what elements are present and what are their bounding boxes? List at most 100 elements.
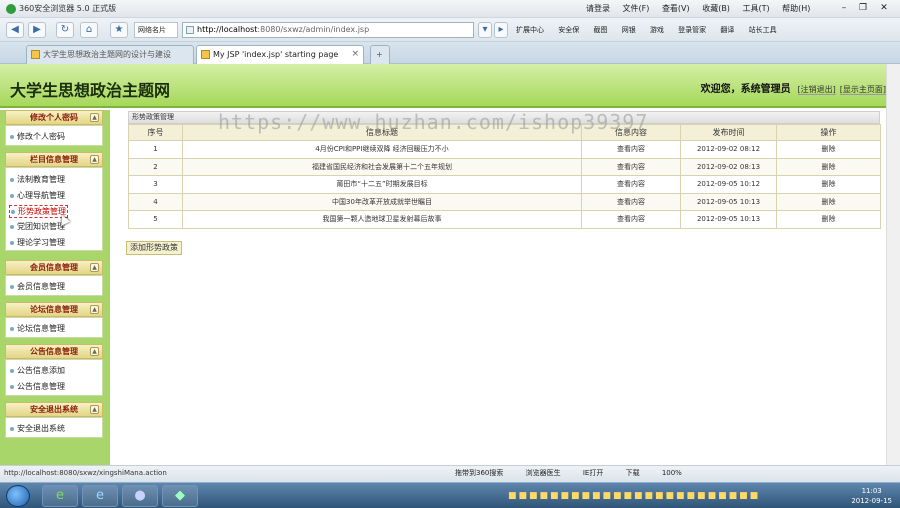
tab-site-design[interactable]: 大学生思想政治主题网的设计与建设: [26, 45, 194, 64]
app-taskbar-icon[interactable]: ◆: [162, 485, 198, 507]
menu-help[interactable]: 帮助(H): [782, 4, 810, 13]
toolbar-games[interactable]: 游戏: [650, 26, 664, 34]
menu-party-knowledge[interactable]: 党团知识管理: [10, 221, 65, 232]
back-icon[interactable]: ◀: [6, 22, 24, 38]
collapse-icon[interactable]: ▲: [90, 405, 99, 414]
ie-taskbar-icon[interactable]: e: [82, 485, 118, 507]
add-policy-button[interactable]: 添加形势政策: [126, 241, 182, 255]
toolbar-banking[interactable]: 网银: [622, 26, 636, 34]
status-url: http://localhost:8080/sxwz/xingshiMana.a…: [4, 469, 167, 477]
start-button[interactable]: [6, 485, 30, 507]
favorite-star-icon[interactable]: ★: [110, 22, 128, 38]
delete-link[interactable]: 删除: [776, 175, 881, 194]
menu-tools[interactable]: 工具(T): [742, 4, 769, 13]
delete-link[interactable]: 删除: [776, 192, 881, 211]
menu-safe-logout[interactable]: 安全退出系统: [10, 423, 65, 434]
collapse-icon[interactable]: ▲: [90, 113, 99, 122]
browser-titlebar: 360安全浏览器 5.0 正式版 请登录 文件(F) 查看(V) 收藏(B) 工…: [0, 0, 900, 18]
watermark: https://www.huzhan.com/ishop39397: [218, 110, 649, 134]
menu-forum[interactable]: 论坛信息管理: [10, 323, 65, 334]
vertical-scrollbar[interactable]: [886, 64, 900, 465]
app-title-text: 360安全浏览器 5.0 正式版: [19, 4, 117, 13]
cell-time: 2012-09-05 10:13: [680, 210, 777, 229]
toolbar-screenshot[interactable]: 截图: [593, 26, 607, 34]
clock[interactable]: 11:03 2012-09-15: [851, 486, 892, 506]
view-content-link[interactable]: 查看内容: [581, 157, 681, 176]
collapse-icon[interactable]: ▲: [90, 155, 99, 164]
table-row: 5 我国第一颗人造地球卫星发射幕后故事 查看内容 2012-09-05 10:1…: [128, 210, 881, 229]
status-bar: http://localhost:8080/sxwz/xingshiMana.a…: [0, 465, 900, 482]
toolbar-login-manager[interactable]: 登录管家: [678, 26, 706, 34]
menu-legal-education[interactable]: 法制教育管理: [10, 174, 65, 185]
menu-members[interactable]: 会员信息管理: [10, 281, 65, 292]
tab-label: My JSP 'index.jsp' starting page: [213, 50, 339, 59]
close-window-icon[interactable]: ✕: [876, 2, 892, 14]
menu-add-notice[interactable]: 公告信息添加: [10, 365, 65, 376]
status-doctor[interactable]: 浏览器医生: [526, 469, 561, 477]
toolbar-extensions[interactable]: 扩展中心: [516, 26, 544, 34]
forward-icon[interactable]: ▶: [28, 22, 46, 38]
group-title: 栏目信息管理: [30, 155, 78, 164]
toolbar-webmaster[interactable]: 站长工具: [749, 26, 777, 34]
collapse-icon[interactable]: ▲: [90, 263, 99, 272]
eclipse-taskbar-icon[interactable]: ●: [122, 485, 158, 507]
group-logout[interactable]: 安全退出系统 ▲: [5, 402, 103, 417]
logout-link[interactable]: [注销退出]: [797, 85, 836, 95]
close-tab-icon[interactable]: ×: [351, 46, 359, 63]
group-forum-body: 论坛信息管理: [5, 317, 103, 338]
dropdown-icon[interactable]: ▾: [478, 22, 492, 38]
collapse-icon[interactable]: ▲: [90, 305, 99, 314]
browser-toolbar: 扩展中心 安全保 截图 网银 游戏 登录管家 翻译 站长工具: [516, 25, 789, 35]
status-items: 拖带到360搜索 浏览器医生 IE打开 下载 100%: [455, 466, 702, 481]
group-password[interactable]: 修改个人密码 ▲: [5, 110, 103, 125]
home-page-link[interactable]: [显示主页面]: [839, 85, 886, 95]
tab-label: 大学生思想政治主题网的设计与建设: [43, 50, 171, 59]
toolbar-security[interactable]: 安全保: [558, 26, 579, 34]
address-path: :8080/sxwz/admin/index.jsp: [257, 25, 370, 34]
status-zoom[interactable]: 100%: [662, 469, 682, 477]
status-download[interactable]: 下载: [626, 469, 640, 477]
login-link[interactable]: 请登录: [586, 4, 610, 13]
maximize-icon[interactable]: ❐: [855, 2, 871, 14]
group-column-info[interactable]: 栏目信息管理 ▲: [5, 152, 103, 167]
go-icon[interactable]: ▸: [494, 22, 508, 38]
taskbar: e e ● ◆ ■■■■■■■■■■■■■■■■■■■■■■■■ 11:03 20…: [0, 482, 900, 508]
group-notices[interactable]: 公告信息管理 ▲: [5, 344, 103, 359]
menu-change-password[interactable]: 修改个人密码: [10, 131, 65, 142]
table-row: 4 中国30年改革开放成就举世瞩目 查看内容 2012-09-05 10:13 …: [128, 192, 881, 211]
minimize-icon[interactable]: –: [836, 2, 852, 14]
toolbar-translate[interactable]: 翻译: [720, 26, 734, 34]
menu-theory-study[interactable]: 理论学习管理: [10, 237, 65, 248]
status-ie-open[interactable]: IE打开: [583, 469, 604, 477]
group-members[interactable]: 会员信息管理 ▲: [5, 260, 103, 275]
delete-link[interactable]: 删除: [776, 157, 881, 176]
collapse-icon[interactable]: ▲: [90, 347, 99, 356]
menu-file[interactable]: 文件(F): [623, 4, 650, 13]
view-content-link[interactable]: 查看内容: [581, 175, 681, 194]
menu-view[interactable]: 查看(V): [662, 4, 690, 13]
group-members-body: 会员信息管理: [5, 275, 103, 296]
favorites-select[interactable]: 网络名片: [134, 22, 178, 38]
view-content-link[interactable]: 查看内容: [581, 140, 681, 159]
cell-no: 4: [128, 192, 183, 211]
view-content-link[interactable]: 查看内容: [581, 192, 681, 211]
menu-favorites[interactable]: 收藏(B): [702, 4, 730, 13]
360-browser-taskbar-icon[interactable]: e: [42, 485, 78, 507]
delete-link[interactable]: 删除: [776, 210, 881, 229]
system-tray-icons[interactable]: ■■■■■■■■■■■■■■■■■■■■■■■■: [508, 491, 760, 501]
delete-link[interactable]: 删除: [776, 140, 881, 159]
view-content-link[interactable]: 查看内容: [581, 210, 681, 229]
address-bar[interactable]: http://localhost:8080/sxwz/admin/index.j…: [182, 22, 474, 38]
tab-index-jsp[interactable]: My JSP 'index.jsp' starting page ×: [196, 45, 364, 64]
refresh-icon[interactable]: ↻: [56, 22, 74, 38]
status-search[interactable]: 拖带到360搜索: [455, 469, 503, 477]
group-forum[interactable]: 论坛信息管理 ▲: [5, 302, 103, 317]
cell-no: 1: [128, 140, 183, 159]
page-icon: [186, 26, 194, 34]
menu-psychology[interactable]: 心理导航管理: [10, 190, 65, 201]
new-tab-button[interactable]: +: [370, 45, 390, 64]
cell-title: 莆田市“十二五”时期发展目标: [182, 175, 582, 194]
col-operation: 操作: [776, 124, 881, 141]
menu-manage-notices[interactable]: 公告信息管理: [10, 381, 65, 392]
home-icon[interactable]: ⌂: [80, 22, 98, 38]
